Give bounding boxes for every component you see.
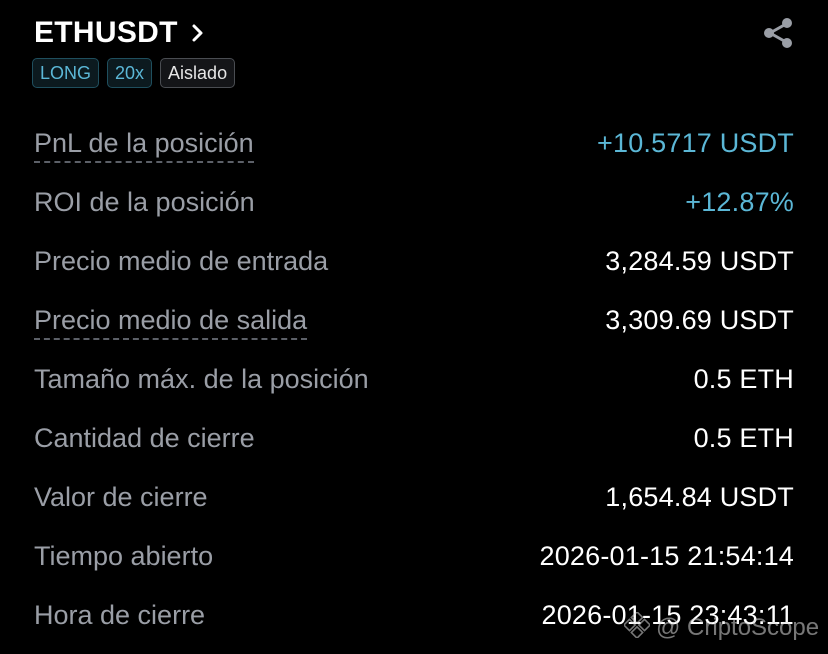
close-qty-label: Cantidad de cierre: [34, 423, 255, 453]
detail-row-entry-price: Precio medio de entrada 3,284.59 USDT: [34, 234, 794, 293]
exit-price-label[interactable]: Precio medio de salida: [34, 305, 308, 340]
entry-price-value: 3,284.59 USDT: [605, 246, 794, 276]
diamond-logo-icon: [622, 610, 652, 643]
detail-row-pnl: PnL de la posición +10.5717 USDT: [34, 116, 794, 175]
max-size-value: 0.5 ETH: [693, 364, 794, 394]
position-tags: LONG 20x Aislado: [32, 58, 236, 88]
roi-value: +12.87%: [685, 187, 794, 217]
close-qty-value: 0.5 ETH: [693, 423, 794, 453]
share-icon[interactable]: [762, 16, 794, 50]
pnl-label[interactable]: PnL de la posición: [34, 128, 254, 163]
close-value-label: Valor de cierre: [34, 482, 208, 512]
detail-row-roi: ROI de la posición +12.87%: [34, 175, 794, 234]
roi-label: ROI de la posición: [34, 187, 255, 217]
exit-price-value: 3,309.69 USDT: [605, 305, 794, 335]
leverage-badge: 20x: [107, 58, 153, 88]
detail-row-close-qty: Cantidad de cierre 0.5 ETH: [34, 411, 794, 470]
symbol-title: ETHUSDT: [34, 16, 178, 49]
position-details: PnL de la posición +10.5717 USDT ROI de …: [34, 116, 794, 647]
watermark-text: @ CriptoScope: [656, 613, 820, 641]
symbol-link[interactable]: ETHUSDT: [34, 16, 208, 50]
detail-row-max-size: Tamaño máx. de la posición 0.5 ETH: [34, 352, 794, 411]
open-time-value: 2026-01-15 21:54:14: [539, 541, 794, 571]
watermark: @ CriptoScope: [622, 610, 820, 643]
close-time-label: Hora de cierre: [34, 600, 206, 630]
position-header: ETHUSDT: [34, 14, 794, 54]
detail-row-exit-price: Precio medio de salida 3,309.69 USDT: [34, 293, 794, 352]
close-value-value: 1,654.84 USDT: [605, 482, 794, 512]
max-size-label: Tamaño máx. de la posición: [34, 364, 369, 394]
side-badge: LONG: [32, 58, 100, 88]
pnl-value: +10.5717 USDT: [597, 128, 794, 158]
open-time-label: Tiempo abierto: [34, 541, 214, 571]
chevron-right-icon: [188, 23, 208, 43]
margin-mode-badge: Aislado: [160, 58, 236, 88]
entry-price-label: Precio medio de entrada: [34, 246, 329, 276]
detail-row-open-time: Tiempo abierto 2026-01-15 21:54:14: [34, 529, 794, 588]
detail-row-close-value: Valor de cierre 1,654.84 USDT: [34, 470, 794, 529]
